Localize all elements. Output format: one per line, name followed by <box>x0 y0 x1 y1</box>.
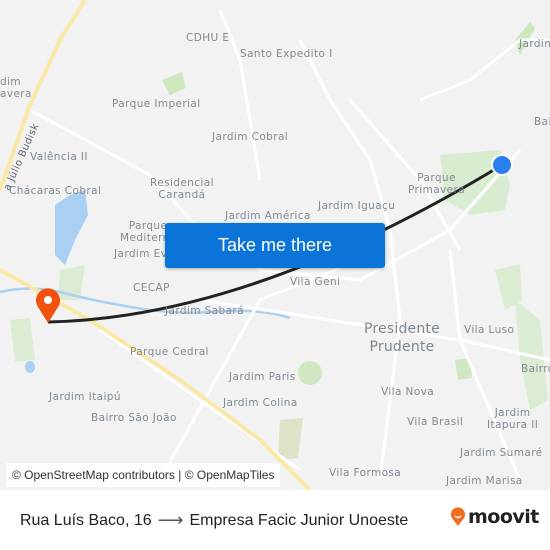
map-label-vila-luso: Vila Luso <box>464 324 515 336</box>
map-label-jardim-sabara: Jardim Sabará <box>165 305 244 317</box>
map-label-cdhu-e: CDHU E <box>186 32 230 44</box>
moovit-pin-icon <box>451 507 465 526</box>
map-label-bairro: Bairro <box>521 363 550 375</box>
map-view[interactable]: CDHU E Santo Expedito I Jardim d dim ave… <box>0 0 550 490</box>
park-area <box>10 318 35 362</box>
destination-name: Empresa Facic Junior Unoeste <box>189 511 409 529</box>
map-label-jardim-america: Jardim América <box>225 210 311 222</box>
map-label-jardim-iguacu: Jardim Iguaçu <box>318 200 396 212</box>
map-attribution[interactable]: © OpenStreetMap contributors | © OpenMap… <box>6 463 281 487</box>
map-label-jardim-top-right: Jardim d <box>519 38 550 50</box>
arrow-right-icon: ⟶ <box>157 510 184 530</box>
park-area <box>278 418 303 460</box>
map-label-vila-formosa: Vila Formosa <box>329 467 402 479</box>
map-label-parque-primavera: Parque Primavera <box>408 172 466 196</box>
map-label-vila-brasil: Vila Brasil <box>407 416 464 428</box>
moovit-logo: moovit <box>450 506 539 528</box>
route-summary: Rua Luís Baco, 16 ⟶ Empresa Facic Junior… <box>20 510 408 531</box>
map-label-jardim-itaipu: Jardim Itaipú <box>49 391 121 403</box>
map-label-jardim-primavera-left: dim avera <box>0 76 32 100</box>
map-label-jardim-sumare: Jardim Sumaré <box>460 447 543 459</box>
map-label-parque-mediterraneo: Parque Mediterr <box>120 220 168 244</box>
take-me-there-button[interactable]: Take me there <box>165 223 385 268</box>
map-label-valencia-ii: Valência II <box>30 151 88 163</box>
map-label-chacaras-cobral: Chácaras Cobral <box>9 185 102 197</box>
map-label-presidente-prudente: Presidente Prudente <box>364 321 440 355</box>
map-label-jardim-cobral: Jardim Cobral <box>212 131 289 143</box>
map-label-residencial-caranda: Residencial Carandá <box>150 177 214 201</box>
map-label-vila-nova: Vila Nova <box>381 386 435 398</box>
map-label-cecap: CECAP <box>133 282 170 294</box>
origin-marker-icon[interactable] <box>490 153 514 177</box>
map-label-santo-expedito: Santo Expedito I <box>240 48 333 60</box>
park-area <box>298 361 322 385</box>
park-area <box>162 72 186 95</box>
map-label-bairro-sao-joao: Bairro São João <box>91 412 177 424</box>
map-label-jardim-itapura-ii: Jardim Itapura II <box>487 407 539 431</box>
map-label-vila-geni: Vila Geni <box>290 276 341 288</box>
map-label-jardim-colina: Jardim Colina <box>223 397 298 409</box>
map-label-jardim-ev: Jardim Ev <box>114 248 168 260</box>
water-body <box>25 361 35 373</box>
moovit-wordmark: moovit <box>468 506 539 528</box>
map-label-parque-imperial: Parque Imperial <box>112 98 201 110</box>
map-label-jardim-marisa: Jardim Marisa <box>446 475 523 487</box>
map-label-bai: Bai <box>534 116 550 128</box>
map-label-jardim-paris: Jardim Paris <box>229 371 296 383</box>
water-body <box>55 190 88 265</box>
destination-pin-icon[interactable] <box>34 287 62 325</box>
origin-name: Rua Luís Baco, 16 <box>20 511 152 529</box>
map-label-parque-cedral: Parque Cedral <box>130 346 209 358</box>
footer-bar: Rua Luís Baco, 16 ⟶ Empresa Facic Junior… <box>0 490 550 550</box>
